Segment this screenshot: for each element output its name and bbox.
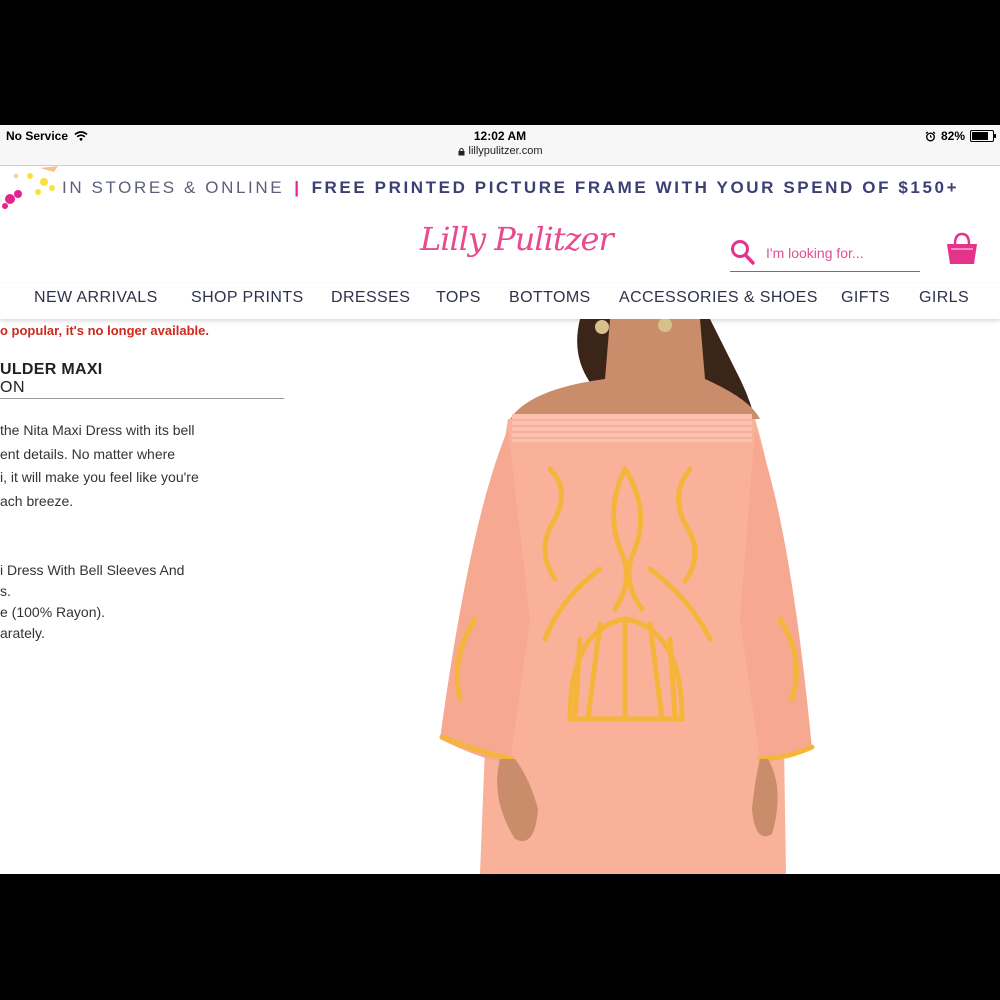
browser-screen: No Service 12:02 AM lillypulitzer.com 82… [0, 125, 1000, 874]
search-input[interactable] [764, 244, 918, 262]
status-bar: No Service 12:02 AM lillypulitzer.com 82… [0, 125, 1000, 166]
availability-notice: o popular, it's no longer available. [0, 323, 209, 338]
lock-icon [458, 147, 465, 155]
nav-girls[interactable]: GIRLS [919, 289, 969, 307]
promo-message: IN STORES & ONLINE | FREE PRINTED PICTUR… [62, 178, 959, 198]
product-title: ULDER MAXI [0, 361, 103, 378]
description-line: ach breeze. [0, 492, 74, 509]
clock: 12:02 AM [473, 129, 527, 143]
nav-new-arrivals[interactable]: NEW ARRIVALS [34, 289, 158, 307]
title-divider [0, 398, 284, 399]
detail-line: e (100% Rayon). [0, 604, 106, 620]
product-image[interactable] [420, 319, 830, 874]
promo-separator: | [294, 178, 302, 197]
search-icon[interactable] [730, 239, 756, 267]
nav-shop-prints[interactable]: SHOP PRINTS [191, 289, 304, 307]
alarm-icon [925, 131, 936, 141]
status-right: 82% [925, 129, 996, 143]
product-description: the Nita Maxi Dress with its bell ent de… [0, 419, 300, 513]
nav-gifts[interactable]: GIFTS [841, 289, 890, 307]
search-box[interactable] [730, 235, 920, 272]
address-bar[interactable]: lillypulitzer.com [0, 145, 1000, 157]
description-line: the Nita Maxi Dress with its bell [0, 422, 195, 438]
nav-bottoms[interactable]: BOTTOMS [509, 289, 591, 307]
promo-part1: IN STORES & ONLINE [62, 178, 285, 197]
url-text: lillypulitzer.com [468, 145, 543, 157]
nav-dresses[interactable]: DRESSES [331, 289, 410, 307]
product-details: i Dress With Bell Sleeves And s. e (100%… [0, 560, 300, 644]
promo-banner[interactable]: IN STORES & ONLINE | FREE PRINTED PICTUR… [0, 166, 1000, 210]
shopping-bag-icon[interactable] [946, 232, 978, 266]
nav-accessories-shoes[interactable]: ACCESSORIES & SHOES [619, 289, 818, 307]
confetti-graphic [2, 166, 58, 209]
nav-tops[interactable]: TOPS [436, 289, 481, 307]
detail-line: s. [0, 583, 11, 599]
battery-icon [970, 130, 996, 142]
battery-fill [972, 132, 989, 140]
promo-part2: FREE PRINTED PICTURE FRAME WITH YOUR SPE… [311, 178, 960, 197]
brand-logo[interactable]: Lilly Pulitzer [420, 220, 614, 258]
product-subtitle: ON [0, 379, 25, 396]
description-line: ent details. No matter where [0, 445, 176, 462]
battery-percent: 82% [940, 129, 965, 143]
detail-line: i Dress With Bell Sleeves And [0, 562, 185, 578]
description-line: i, it will make you feel like you're [0, 469, 199, 485]
main-nav: NEW ARRIVALS SHOP PRINTS DRESSES TOPS BO… [0, 283, 1000, 319]
detail-line: arately. [0, 625, 45, 641]
